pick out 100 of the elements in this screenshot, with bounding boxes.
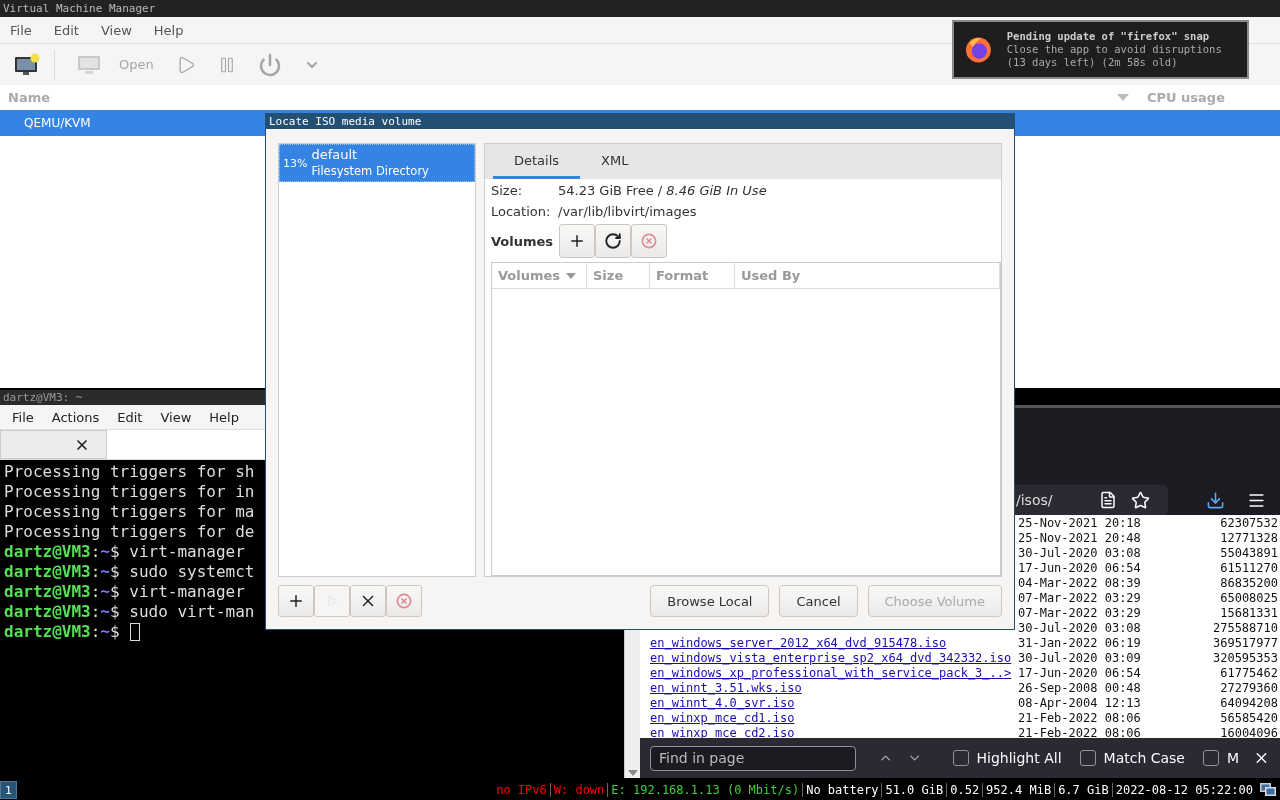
- menu-item[interactable]: Edit: [117, 409, 143, 425]
- status-item: No battery: [805, 783, 880, 797]
- file-link[interactable]: en_winnt_3.51.wks.iso: [650, 680, 1018, 695]
- menu-item[interactable]: Edit: [53, 22, 79, 38]
- menu-item[interactable]: File: [10, 22, 32, 38]
- new-vm-icon: [14, 52, 40, 77]
- status-item: 51.0 GiB: [884, 783, 945, 797]
- date-cell-text: 04-Mar-2022 08:39: [1018, 575, 1142, 590]
- terminal-command: $ sudo virt-man: [110, 602, 255, 622]
- menu-item[interactable]: Actions: [51, 409, 100, 425]
- status-item: 2022-08-12 05:22:00: [1114, 783, 1254, 797]
- option-label[interactable]: Match Case: [1103, 750, 1185, 766]
- notification-body: Close the app to avoid disruptions (13 days left) (2m 58s old): [1006, 43, 1223, 69]
- file-link[interactable]: en_winnt_4.0_svr.iso: [650, 695, 1018, 710]
- size-cell-text: 275588710: [1211, 620, 1279, 635]
- field-label: Size:: [491, 183, 524, 198]
- pool-type: Filesystem Directory: [311, 163, 429, 179]
- terminal-command: $ virt-manager: [110, 542, 245, 562]
- size-cell-text: 61775462: [1219, 665, 1279, 680]
- prompt-separator: :: [90, 542, 101, 562]
- workspace-button[interactable]: 1: [0, 781, 17, 799]
- file-link[interactable]: en_windows_xp_professional_with_service_pack_3_..>: [650, 665, 1018, 680]
- volume-button[interactable]: [595, 224, 632, 258]
- size-cell-text: 65008025: [1219, 590, 1279, 605]
- field-value: 54.23 GiB Free / 8.46 GiB In Use: [558, 183, 768, 198]
- size-cell-text: 55043891: [1219, 545, 1279, 560]
- prompt-user: dartz@VM3: [4, 562, 91, 582]
- prompt-separator: :: [90, 582, 101, 602]
- power-icon: [257, 52, 282, 77]
- bookmark-star-icon[interactable]: [1131, 490, 1150, 510]
- prompt-user: dartz@VM3: [4, 542, 91, 562]
- find-field[interactable]: Find in page: [650, 745, 857, 771]
- terminal-line: Processing triggers for de: [4, 522, 255, 542]
- pool-button[interactable]: [278, 585, 314, 617]
- terminal-command: $ virt-manager: [110, 582, 245, 602]
- tray-icon[interactable]: [1260, 783, 1276, 797]
- prompt-user: dartz@VM3: [4, 582, 91, 602]
- refresh-icon: [604, 232, 623, 250]
- download-icon[interactable]: [1206, 490, 1225, 510]
- terminal-command: $: [110, 622, 120, 642]
- add-icon: [287, 592, 305, 610]
- section-label: Volumes: [491, 233, 554, 249]
- menu-item[interactable]: File: [12, 409, 34, 425]
- date-cell-text: 25-Nov-2021 20:18: [1018, 515, 1142, 530]
- stop-icon: [641, 233, 658, 249]
- option-label[interactable]: Highlight All: [976, 750, 1062, 766]
- dialog-button[interactable]: Browse Local: [650, 585, 770, 617]
- tab[interactable]: XML: [580, 144, 650, 179]
- toolbar-button[interactable]: [14, 52, 40, 77]
- size-cell-text: 62307532: [1219, 515, 1279, 530]
- prompt-path: ~: [100, 582, 110, 602]
- prompt-path: ~: [100, 542, 110, 562]
- size-cell-text: 15681331: [1219, 605, 1279, 620]
- dialog-title: Locate ISO media volume: [269, 115, 422, 128]
- menu-item[interactable]: View: [100, 22, 132, 38]
- volume-button[interactable]: [559, 224, 596, 258]
- size-cell-text: 27279360: [1219, 680, 1279, 695]
- prompt-separator: :: [90, 562, 101, 582]
- dialog-button[interactable]: Cancel: [779, 585, 858, 617]
- stop-icon: [396, 593, 412, 609]
- file-link[interactable]: en_windows_server_2012_x64_dvd_915478.iso: [650, 635, 1018, 650]
- terminal-line: Processing triggers for in: [4, 482, 255, 502]
- status-item: W: down: [552, 783, 606, 797]
- prompt-user: dartz@VM3: [4, 602, 91, 622]
- date-cell-text: 07-Mar-2022 03:29: [1018, 590, 1142, 605]
- menu-item[interactable]: View: [160, 409, 192, 425]
- notification-title: Pending update of "firefox" snap: [1006, 30, 1211, 43]
- checkbox[interactable]: [1079, 750, 1096, 766]
- prompt-separator: :: [90, 622, 101, 642]
- date-cell-text: 21-Feb-2022 08:06: [1018, 710, 1142, 725]
- reader-view-icon[interactable]: [1099, 491, 1117, 509]
- status-item: E: 192.168.1.13 (0 Mbit/s): [610, 783, 801, 797]
- size-cell-text: 16004096: [1219, 725, 1279, 738]
- checkbox[interactable]: [952, 750, 969, 766]
- file-link[interactable]: en_windows_vista_enterprise_sp2_x64_dvd_342332.iso: [650, 650, 1018, 665]
- date-cell-text: 26-Sep-2008 00:48: [1018, 680, 1142, 695]
- date-cell-text: 30-Jul-2020 03:08: [1018, 545, 1142, 560]
- menu-item[interactable]: Help: [209, 409, 239, 425]
- file-link[interactable]: en_winxp_mce_cd1.iso: [650, 710, 1018, 725]
- prompt-path: ~: [100, 622, 110, 642]
- date-cell-text: 17-Jun-2020 06:54: [1018, 665, 1142, 680]
- date-cell-text: 08-Apr-2004 12:13: [1018, 695, 1142, 710]
- option-label[interactable]: M: [1227, 750, 1240, 766]
- size-cell-text: 369517977: [1211, 635, 1279, 650]
- menu-item[interactable]: Help: [153, 22, 184, 38]
- size-cell-text: 56585420: [1219, 710, 1279, 725]
- date-cell-text: 30-Jul-2020 03:09: [1018, 650, 1142, 665]
- window-title: dartz@VM3: ~: [3, 391, 83, 404]
- pool-button[interactable]: [350, 585, 386, 617]
- status-item: no IPv6: [495, 783, 548, 797]
- status-item: 952.4 MiB: [985, 783, 1053, 797]
- size-cell-text: 12771328: [1219, 530, 1279, 545]
- prompt-user: dartz@VM3: [4, 622, 91, 642]
- date-cell-text: 25-Nov-2021 20:48: [1018, 530, 1142, 545]
- field-label: Location:: [491, 204, 552, 219]
- size-cell-text: 320595353: [1211, 650, 1279, 665]
- scroll-down-icon[interactable]: [627, 770, 638, 776]
- checkbox[interactable]: [1203, 750, 1219, 766]
- date-cell-text: 31-Jan-2022 06:19: [1018, 635, 1142, 650]
- status-item: 0.52: [949, 783, 981, 797]
